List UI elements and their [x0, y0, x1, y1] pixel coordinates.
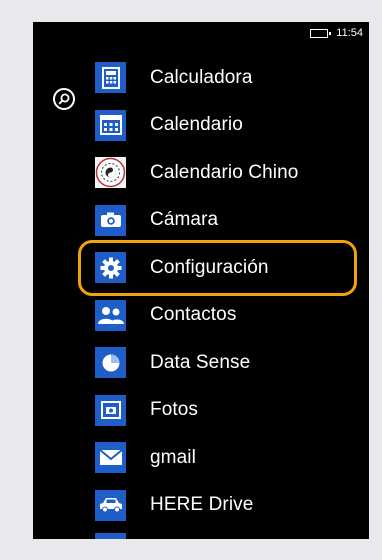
next-app-tile-partial: [95, 533, 126, 539]
app-label: Contactos: [150, 304, 237, 326]
app-item-fotos[interactable]: Fotos: [95, 387, 369, 435]
chinese-calendar-icon: [95, 157, 126, 189]
battery-icon: [310, 28, 332, 38]
app-item-configuracion[interactable]: Configuración: [95, 244, 369, 292]
app-label: Cámara: [150, 209, 219, 231]
app-label: Data Sense: [150, 351, 251, 373]
app-item-calendario[interactable]: Calendario: [95, 102, 369, 150]
search-icon: [58, 93, 70, 105]
status-time: 11:54: [336, 27, 363, 39]
app-item-calendario-chino[interactable]: Calendario Chino: [95, 149, 369, 197]
calendar-icon: [95, 109, 126, 141]
app-item-contactos[interactable]: Contactos: [95, 292, 369, 340]
app-label: Configuración: [150, 256, 269, 278]
screenshot-frame: 11:54 Calculadora Calendario Calendario …: [0, 0, 382, 560]
search-button[interactable]: [53, 88, 75, 110]
app-item-here-drive[interactable]: HERE Drive: [95, 482, 369, 530]
app-label: Calendario: [150, 114, 243, 136]
app-list: Calculadora Calendario Calendario Chino …: [95, 54, 369, 529]
app-label: gmail: [150, 446, 196, 468]
pie-icon: [95, 347, 126, 379]
app-item-data-sense[interactable]: Data Sense: [95, 339, 369, 387]
status-bar: 11:54: [310, 26, 363, 40]
app-label: Calculadora: [150, 66, 253, 88]
gear-icon: [95, 252, 126, 284]
app-item-camara[interactable]: Cámara: [95, 197, 369, 245]
photos-icon: [95, 394, 126, 426]
phone-screen: 11:54 Calculadora Calendario Calendario …: [33, 22, 369, 539]
app-label: Fotos: [150, 399, 199, 421]
app-label: HERE Drive: [150, 494, 254, 516]
calculator-icon: [95, 62, 126, 94]
app-label: Calendario Chino: [150, 161, 299, 183]
mail-icon: [95, 442, 126, 474]
car-icon: [95, 489, 126, 521]
app-item-gmail[interactable]: gmail: [95, 434, 369, 482]
camera-icon: [95, 204, 126, 236]
app-item-calculadora[interactable]: Calculadora: [95, 54, 369, 102]
people-icon: [95, 299, 126, 331]
